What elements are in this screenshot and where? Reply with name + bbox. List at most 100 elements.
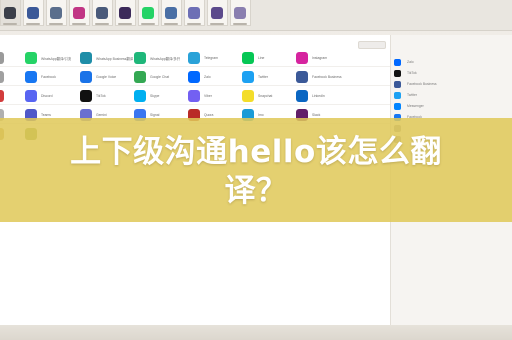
tab-1[interactable] (23, 0, 44, 26)
app-label: Slack (312, 113, 321, 117)
app-entry[interactable] (0, 67, 8, 87)
sidebar-item[interactable]: Facebook Business (394, 79, 509, 89)
app-entry[interactable]: Facebook Business (296, 67, 342, 87)
app-entry[interactable]: Snapchat (242, 86, 272, 106)
app-label: Facebook Business (312, 75, 342, 79)
tab-label (210, 23, 225, 25)
app-entry[interactable]: WhatsApp翻译/引流 (25, 48, 71, 68)
sidebar-item[interactable]: Messenger (394, 101, 509, 111)
app-label: WhatsApp翻译/引流 (41, 56, 72, 61)
app-label: Instagram (312, 56, 328, 60)
tab-app-icon (165, 7, 178, 19)
tab-label (164, 23, 179, 25)
bottom-bar (0, 325, 512, 340)
tab-5[interactable] (115, 0, 136, 26)
tab-label (233, 23, 248, 25)
sidebar-item-label: Facebook Business (407, 82, 437, 86)
app-entry[interactable]: Instagram (296, 48, 327, 68)
app-entry[interactable]: Twitter (242, 67, 268, 87)
tab-label (95, 23, 110, 25)
app-icon (25, 90, 37, 102)
app-icon (188, 90, 200, 102)
app-label: Skype (150, 94, 160, 98)
app-icon (0, 52, 4, 64)
app-icon (296, 90, 308, 102)
app-label: Signal (150, 113, 160, 117)
tab-label (72, 23, 87, 25)
sidebar-app-icon (394, 102, 401, 110)
sidebar-item-label: Twitter (407, 93, 417, 97)
app-entry[interactable]: Viber (188, 86, 212, 106)
app-label: Quora (204, 113, 214, 117)
app-entry[interactable]: Facebook (25, 67, 56, 87)
app-label: Google Voice (96, 75, 117, 79)
tab-app-icon (73, 7, 86, 19)
row-divider (0, 66, 390, 67)
app-label: Line (258, 56, 265, 60)
app-icon (80, 90, 92, 102)
app-entry[interactable]: Discord (25, 86, 53, 106)
app-label: Viber (204, 94, 212, 98)
app-label: TikTok (96, 94, 106, 98)
app-icon (188, 71, 200, 83)
app-entry[interactable]: LinkedIn (296, 86, 325, 106)
app-label: Facebook (41, 75, 56, 79)
app-icon (134, 52, 146, 64)
tab-app-icon (188, 7, 201, 19)
tab-3[interactable] (69, 0, 90, 26)
app-icon (25, 71, 37, 83)
app-icon (0, 71, 4, 83)
app-entry[interactable]: Skype (134, 86, 159, 106)
tab-8[interactable] (184, 0, 205, 26)
app-label: Gemini (96, 113, 107, 117)
app-entry[interactable]: Telegram (188, 48, 218, 68)
app-label: Google Chat (150, 75, 170, 79)
app-icon (242, 90, 254, 102)
tab-label (26, 23, 41, 25)
headline-line-1: 上下级沟通hello该怎么翻 (70, 134, 442, 170)
headline-line-2: 译？ (224, 173, 288, 209)
app-label: LinkedIn (312, 94, 325, 98)
app-label: WhatsApp Business翻译 (96, 56, 134, 61)
tab-icon-strip (0, 0, 512, 31)
sidebar-app-icon (394, 91, 401, 99)
tab-4[interactable] (92, 0, 113, 26)
sidebar-item[interactable]: Twitter (394, 90, 509, 100)
app-entry[interactable]: Line (242, 48, 264, 68)
app-entry[interactable] (0, 48, 8, 68)
tab-app-icon (27, 7, 40, 19)
app-entry[interactable]: Zalo (188, 67, 211, 87)
tab-label (187, 23, 202, 25)
sidebar-app-icon (394, 80, 401, 88)
sidebar-item-label: Zalo (407, 60, 414, 64)
app-entry[interactable]: WhatsApp Business翻译 (80, 48, 133, 68)
tab-2[interactable] (46, 0, 67, 26)
app-label: Imo (258, 113, 264, 117)
tab-label (141, 23, 156, 25)
headline: 上下级沟通hello该怎么翻 译？ (0, 133, 512, 211)
sidebar-app-icon (394, 69, 401, 77)
sidebar-item[interactable]: Zalo (394, 57, 509, 67)
app-icon (0, 90, 4, 102)
app-entry[interactable]: Google Voice (80, 67, 116, 87)
tab-label (49, 23, 64, 25)
tab-9[interactable] (207, 0, 228, 26)
app-entry[interactable]: WhatsApp翻译/多开 (134, 48, 180, 68)
tab-10[interactable] (230, 0, 251, 26)
tab-app-icon (119, 7, 132, 19)
tab-7[interactable] (161, 0, 182, 26)
app-icon (242, 52, 254, 64)
tab-app-icon (50, 7, 63, 19)
tab-6[interactable] (138, 0, 159, 26)
app-entry[interactable] (0, 86, 8, 106)
tab-0[interactable] (0, 0, 21, 26)
search-input[interactable] (358, 41, 386, 49)
app-icon (296, 52, 308, 64)
app-icon (134, 71, 146, 83)
tab-app-icon (96, 7, 109, 19)
app-entry[interactable]: TikTok (80, 86, 106, 106)
app-entry[interactable]: Google Chat (134, 67, 169, 87)
row-divider (0, 104, 390, 105)
app-icon (296, 71, 308, 83)
sidebar-item[interactable]: TikTok (394, 68, 509, 78)
